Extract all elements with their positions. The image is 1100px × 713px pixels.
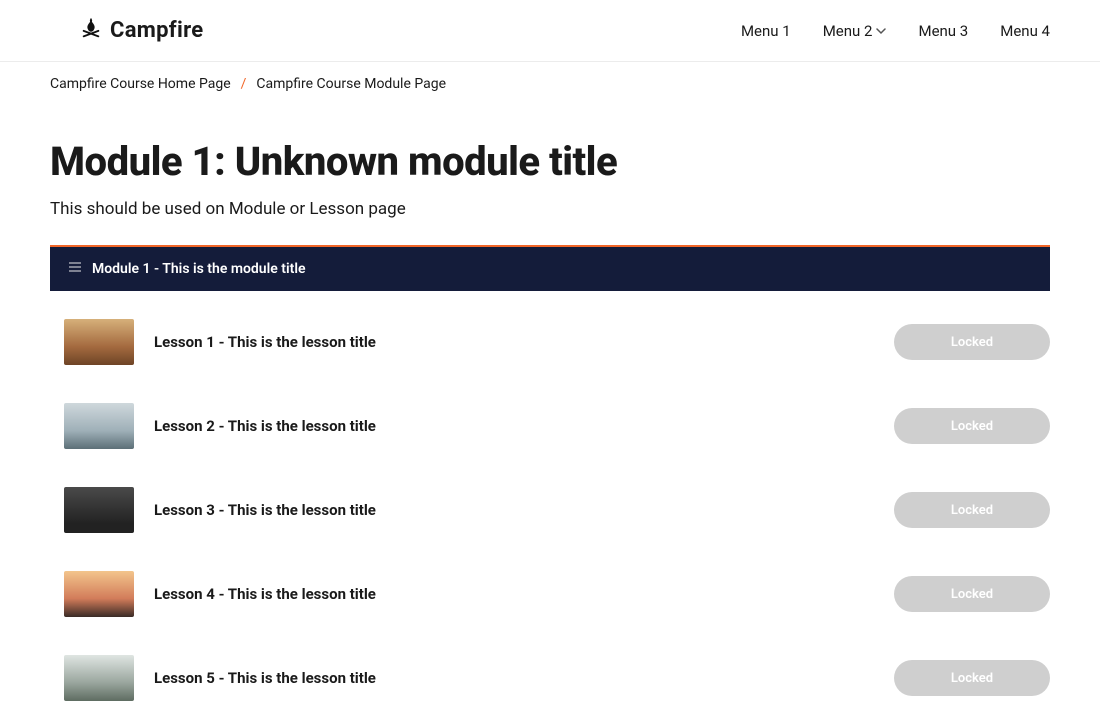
chevron-down-icon [876,22,886,40]
breadcrumb-home[interactable]: Campfire Course Home Page [50,76,231,92]
lesson-row[interactable]: Lesson 4 - This is the lesson title Lock… [50,561,1050,627]
lesson-status-button: Locked [894,492,1050,528]
nav-label: Menu 3 [918,22,968,40]
nav-label: Menu 1 [741,22,791,40]
lesson-row[interactable]: Lesson 3 - This is the lesson title Lock… [50,477,1050,543]
lesson-title: Lesson 5 - This is the lesson title [154,669,874,687]
lesson-row[interactable]: Lesson 1 - This is the lesson title Lock… [50,309,1050,375]
module-header-bar[interactable]: Module 1 - This is the module title [50,247,1050,291]
main-nav: Menu 1 Menu 2 Menu 3 Menu 4 [741,22,1050,40]
list-icon [68,260,82,278]
nav-menu-1[interactable]: Menu 1 [741,22,791,40]
brand-name: Campfire [110,18,203,43]
breadcrumb: Campfire Course Home Page / Campfire Cou… [0,62,1100,106]
top-bar: Campfire Menu 1 Menu 2 Menu 3 Menu 4 [0,0,1100,62]
nav-menu-2[interactable]: Menu 2 [823,22,887,40]
lesson-status-button: Locked [894,660,1050,696]
lesson-row[interactable]: Lesson 5 - This is the lesson title Lock… [50,645,1050,711]
nav-menu-4[interactable]: Menu 4 [1000,22,1050,40]
lesson-thumbnail [64,571,134,617]
lesson-thumbnail [64,655,134,701]
lesson-title: Lesson 3 - This is the lesson title [154,501,874,519]
campfire-icon [80,18,102,44]
lesson-title: Lesson 4 - This is the lesson title [154,585,874,603]
page-subtitle: This should be used on Module or Lesson … [50,199,1050,219]
lesson-row[interactable]: Lesson 2 - This is the lesson title Lock… [50,393,1050,459]
lesson-status-button: Locked [894,324,1050,360]
nav-menu-3[interactable]: Menu 3 [918,22,968,40]
brand[interactable]: Campfire [80,18,203,44]
nav-label: Menu 2 [823,22,873,40]
nav-label: Menu 4 [1000,22,1050,40]
lesson-list: Lesson 1 - This is the lesson title Lock… [50,309,1050,711]
breadcrumb-current[interactable]: Campfire Course Module Page [256,76,446,92]
lesson-thumbnail [64,403,134,449]
lesson-status-button: Locked [894,576,1050,612]
breadcrumb-separator: / [241,76,247,92]
lesson-title: Lesson 2 - This is the lesson title [154,417,874,435]
page-title: Module 1: Unknown module title [50,138,1050,185]
lesson-thumbnail [64,319,134,365]
lesson-thumbnail [64,487,134,533]
lesson-status-button: Locked [894,408,1050,444]
lesson-title: Lesson 1 - This is the lesson title [154,333,874,351]
main-content: Module 1: Unknown module title This shou… [0,106,1100,711]
module-header-title: Module 1 - This is the module title [92,261,305,277]
